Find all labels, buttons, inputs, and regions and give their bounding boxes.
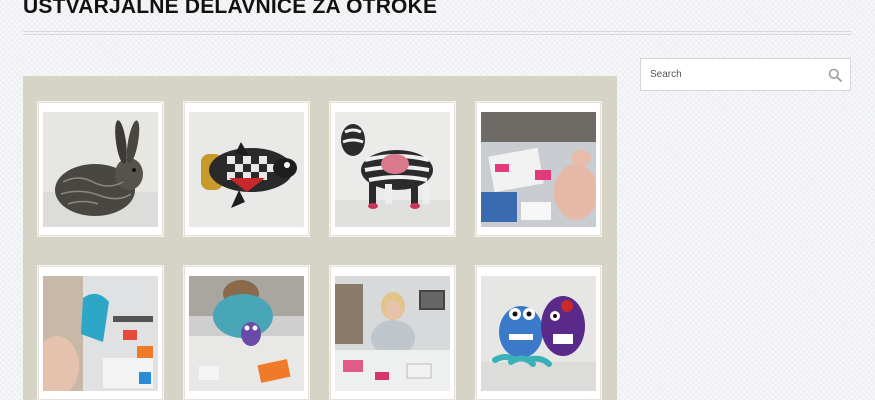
- gallery-thumb-rabbit[interactable]: [38, 102, 163, 236]
- girl-workshop-image: [335, 276, 450, 391]
- gallery-thumb-girl-workshop[interactable]: [330, 266, 455, 400]
- title-divider: [23, 31, 851, 35]
- gallery-thumb-penguin[interactable]: [184, 102, 309, 236]
- search-icon[interactable]: [828, 68, 842, 82]
- gallery-thumb-crafting-table[interactable]: [476, 102, 601, 236]
- gallery-thumb-purple-toy[interactable]: [184, 266, 309, 400]
- zebra-sculpture-image: [335, 112, 450, 227]
- crafting-table-image: [481, 112, 596, 227]
- gallery-thumb-felt-monsters[interactable]: [476, 266, 601, 400]
- search-box: [640, 58, 851, 91]
- rabbit-sculpture-image: [43, 112, 158, 227]
- child-sewing-image: [43, 276, 158, 391]
- search-input[interactable]: [641, 59, 823, 90]
- penguin-sculpture-image: [189, 112, 304, 227]
- child-purple-toy-image: [189, 276, 304, 391]
- gallery-thumb-child-sewing[interactable]: [38, 266, 163, 400]
- photo-gallery: [23, 76, 617, 400]
- gallery-thumb-zebra[interactable]: [330, 102, 455, 236]
- page-title: USTVARJALNE DELAVNICE ZA OTROKE: [23, 0, 438, 18]
- felt-monsters-image: [481, 276, 596, 391]
